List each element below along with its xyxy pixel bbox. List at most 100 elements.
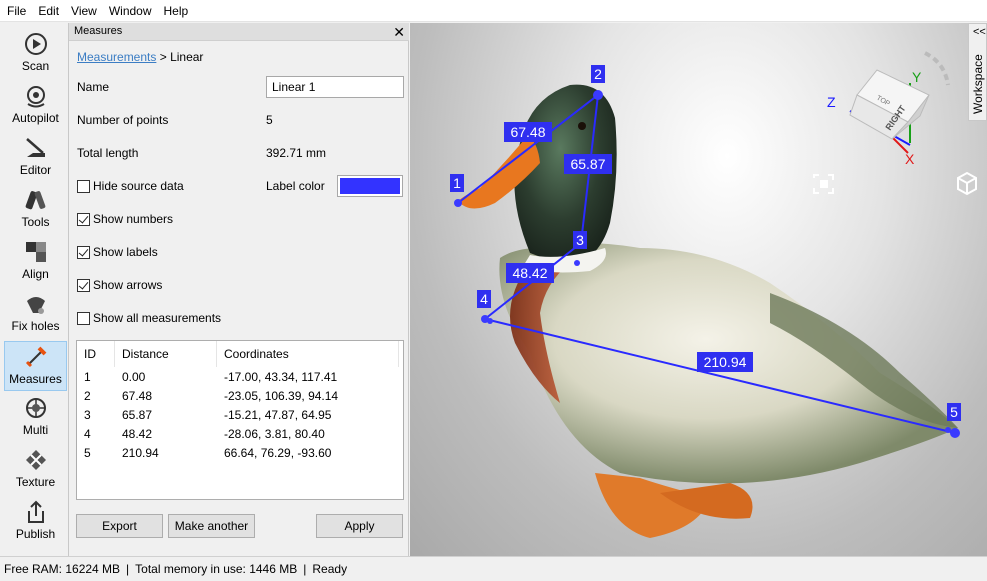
menu-file[interactable]: File bbox=[0, 0, 32, 22]
show-all-checkbox[interactable]: Show all measurements bbox=[77, 311, 221, 325]
3d-viewport[interactable]: 1 2 3 4 5 67.48 65.87 48.42 210.94 Z Y X… bbox=[410, 23, 987, 556]
cube-icon[interactable] bbox=[957, 171, 977, 196]
tool-measures[interactable]: Measures bbox=[4, 341, 67, 391]
points-table: ID Distance Coordinates 1 0.00 -17.00, 4… bbox=[76, 340, 404, 500]
length-value: 392.71 mm bbox=[266, 146, 327, 160]
status-free-ram: Free RAM: 16224 MB bbox=[4, 562, 121, 576]
tool-label: Editor bbox=[19, 163, 52, 177]
apply-button[interactable]: Apply bbox=[316, 514, 403, 538]
show-numbers-checkbox[interactable]: Show numbers bbox=[77, 212, 173, 226]
rotate-arrow-icon[interactable] bbox=[924, 51, 950, 86]
label-color-swatch[interactable] bbox=[337, 175, 403, 197]
tool-scan[interactable]: Scan bbox=[4, 29, 67, 79]
point-marker[interactable] bbox=[574, 260, 580, 266]
cell-coordinates: -15.21, 47.87, 64.95 bbox=[224, 408, 332, 422]
segment-label: 67.48 bbox=[510, 124, 545, 140]
status-separator: | bbox=[126, 562, 130, 576]
table-row[interactable]: 2 67.48 -23.05, 106.39, 94.14 bbox=[77, 387, 397, 406]
tool-publish[interactable]: Publish bbox=[4, 497, 67, 547]
show-labels-checkbox[interactable]: Show labels bbox=[77, 245, 158, 259]
tool-label: Multi bbox=[22, 423, 49, 437]
point-marker[interactable] bbox=[487, 318, 493, 324]
editor-icon bbox=[25, 138, 45, 157]
cell-id: 3 bbox=[84, 408, 91, 422]
point-label: 5 bbox=[950, 404, 958, 420]
cell-distance: 0.00 bbox=[122, 370, 146, 384]
breadcrumb-link-measurements[interactable]: Measurements bbox=[77, 50, 156, 64]
make-another-button[interactable]: Make another bbox=[168, 514, 255, 538]
menu-view[interactable]: View bbox=[65, 0, 103, 22]
measures-panel: Measures ✕ Measurements > Linear Name Nu… bbox=[68, 23, 409, 556]
duck-model bbox=[458, 84, 958, 538]
tool-label: Align bbox=[22, 267, 49, 281]
panel-titlebar: Measures ✕ bbox=[69, 23, 409, 41]
point-marker[interactable] bbox=[950, 428, 960, 438]
workspace-tab[interactable]: << Workspace bbox=[968, 23, 987, 121]
tool-autopilot[interactable]: Autopilot bbox=[4, 81, 67, 131]
tools-icon bbox=[25, 191, 45, 210]
scan-icon bbox=[24, 33, 47, 55]
menu-edit[interactable]: Edit bbox=[32, 0, 65, 22]
table-row[interactable]: 4 48.42 -28.06, 3.81, 80.40 bbox=[77, 425, 397, 444]
publish-icon bbox=[27, 500, 44, 523]
view-cube[interactable]: Z Y X TOP RIGHT bbox=[827, 51, 950, 167]
x-axis-label: X bbox=[905, 151, 915, 167]
tool-sidebar: Scan Autopilot Editor Tools Align Fix ho… bbox=[0, 23, 70, 556]
tool-editor[interactable]: Editor bbox=[4, 133, 67, 183]
cell-id: 2 bbox=[84, 389, 91, 403]
color-fill bbox=[340, 178, 400, 194]
point-label: 3 bbox=[576, 232, 584, 248]
fit-view-icon[interactable] bbox=[813, 174, 834, 194]
tool-tools[interactable]: Tools bbox=[4, 185, 67, 235]
name-label: Name bbox=[77, 80, 110, 94]
table-row[interactable]: 5 210.94 66.64, 76.29, -93.60 bbox=[77, 444, 397, 463]
close-icon[interactable]: ✕ bbox=[393, 23, 405, 41]
tool-fix-holes[interactable]: Fix holes bbox=[4, 289, 67, 339]
status-separator: | bbox=[303, 562, 307, 576]
cell-id: 4 bbox=[84, 427, 91, 441]
points-label: Number of points bbox=[77, 113, 169, 127]
menu-window[interactable]: Window bbox=[103, 0, 158, 22]
tool-label: Publish bbox=[15, 527, 56, 541]
hide-source-checkbox[interactable]: Hide source data bbox=[77, 179, 184, 193]
cell-distance: 210.94 bbox=[122, 446, 159, 460]
segment-label: 65.87 bbox=[570, 156, 605, 172]
point-marker[interactable] bbox=[454, 199, 462, 207]
checkbox-label: Show arrows bbox=[93, 278, 163, 292]
length-label: Total length bbox=[77, 146, 139, 160]
name-input[interactable] bbox=[266, 76, 404, 98]
show-arrows-checkbox[interactable]: Show arrows bbox=[77, 278, 162, 292]
panel-title: Measures bbox=[74, 25, 123, 37]
point-label: 1 bbox=[453, 175, 461, 191]
column-header-distance[interactable]: Distance bbox=[115, 341, 217, 367]
tool-label: Texture bbox=[15, 475, 56, 489]
checkbox-label: Show numbers bbox=[93, 212, 174, 226]
table-row[interactable]: 3 65.87 -15.21, 47.87, 64.95 bbox=[77, 406, 397, 425]
checkbox-box bbox=[77, 245, 90, 259]
checkbox-label: Show all measurements bbox=[93, 311, 222, 325]
table-row[interactable]: 1 0.00 -17.00, 43.34, 117.41 bbox=[77, 368, 397, 387]
menu-help[interactable]: Help bbox=[158, 0, 195, 22]
export-button[interactable]: Export bbox=[76, 514, 163, 538]
segment-label: 48.42 bbox=[512, 265, 547, 281]
cell-distance: 48.42 bbox=[122, 427, 153, 441]
tool-multi[interactable]: Multi bbox=[4, 393, 67, 443]
tool-label: Tools bbox=[21, 215, 50, 229]
point-marker[interactable] bbox=[945, 427, 951, 433]
checkbox-box bbox=[77, 212, 90, 226]
menu-bar: File Edit View Window Help bbox=[0, 0, 987, 22]
column-header-id[interactable]: ID bbox=[77, 341, 115, 367]
fix-holes-icon bbox=[26, 297, 45, 314]
point-label: 4 bbox=[480, 291, 488, 307]
checkbox-label: Show labels bbox=[93, 245, 158, 259]
column-header-coordinates[interactable]: Coordinates bbox=[217, 341, 399, 367]
point-label: 2 bbox=[594, 66, 602, 82]
collapse-icon[interactable]: << bbox=[973, 26, 986, 38]
tool-texture[interactable]: Texture bbox=[4, 445, 67, 495]
checkbox-box bbox=[77, 278, 90, 292]
cell-distance: 67.48 bbox=[122, 389, 153, 403]
cell-distance: 65.87 bbox=[122, 408, 153, 422]
tool-align[interactable]: Align bbox=[4, 237, 67, 287]
measures-icon bbox=[25, 346, 46, 368]
point-marker[interactable] bbox=[593, 90, 603, 100]
